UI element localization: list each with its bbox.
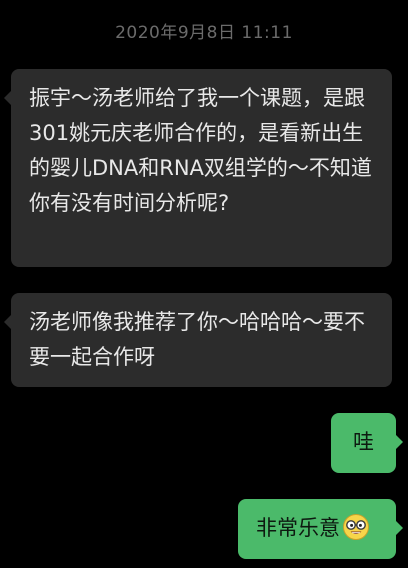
message-text: 哇 xyxy=(353,430,374,454)
grinning-glasses-emoji-icon xyxy=(343,514,369,540)
message-text: 非常乐意 xyxy=(256,516,340,540)
message-text: 汤老师像我推荐了你～哈哈哈～要不要一起合作呀 xyxy=(29,310,365,369)
incoming-message-bubble[interactable]: 振宇～汤老师给了我一个课题，是跟301姚元庆老师合作的，是看新出生的婴儿DNA和… xyxy=(4,69,392,267)
incoming-message-bubble[interactable]: 汤老师像我推荐了你～哈哈哈～要不要一起合作呀 xyxy=(4,293,392,387)
message-timestamp: 2020年9月8日 11:11 xyxy=(115,23,293,43)
outgoing-message-bubble[interactable]: 哇 xyxy=(331,413,403,473)
outgoing-message-bubble[interactable]: 非常乐意 xyxy=(238,499,403,559)
message-text: 振宇～汤老师给了我一个课题，是跟301姚元庆老师合作的，是看新出生的婴儿DNA和… xyxy=(29,86,372,215)
